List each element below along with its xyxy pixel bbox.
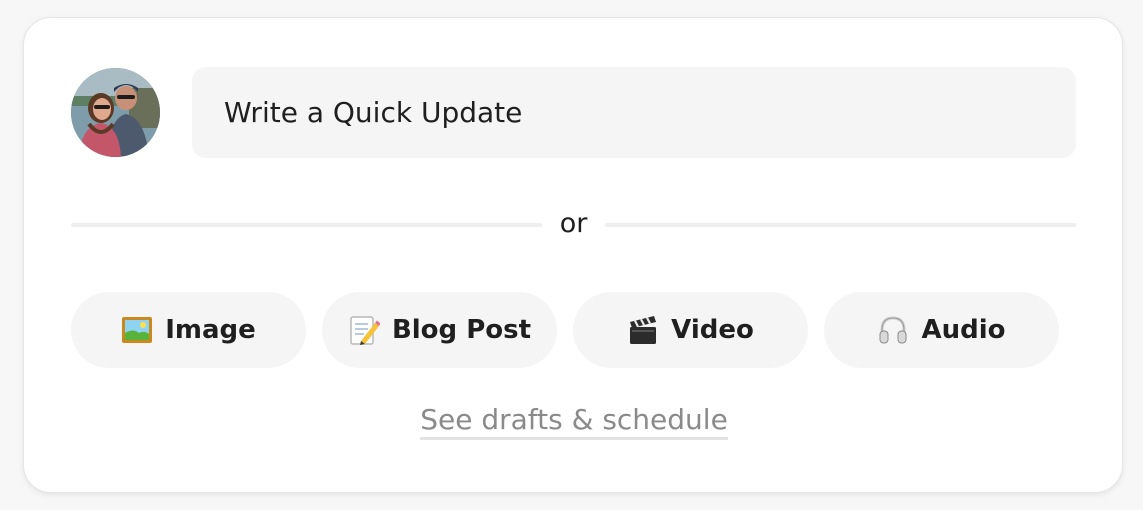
or-separator: or xyxy=(559,208,588,239)
framed-picture-icon xyxy=(121,314,153,346)
see-drafts-link[interactable]: See drafts & schedule xyxy=(420,403,728,440)
update-composer-card: Write a Quick Update or Image Blog Post … xyxy=(23,17,1123,493)
quick-update-input[interactable]: Write a Quick Update xyxy=(192,67,1076,158)
avatar-photo xyxy=(71,68,160,157)
image-button-label: Image xyxy=(165,315,256,345)
video-button-label: Video xyxy=(671,315,754,345)
clapper-board-icon xyxy=(627,314,659,346)
media-type-buttons: Image Blog Post Video Audio xyxy=(71,292,1061,369)
divider-right xyxy=(605,223,1076,227)
blog-post-button[interactable]: Blog Post xyxy=(322,292,557,368)
avatar[interactable] xyxy=(71,68,160,157)
divider-left xyxy=(71,223,542,227)
headphones-icon xyxy=(877,314,909,346)
video-button[interactable]: Video xyxy=(573,292,808,368)
audio-button-label: Audio xyxy=(921,315,1006,345)
image-button[interactable]: Image xyxy=(71,292,306,368)
memo-pencil-icon xyxy=(348,314,380,346)
audio-button[interactable]: Audio xyxy=(824,292,1059,368)
drafts-link-row: See drafts & schedule xyxy=(24,403,1124,440)
blog-post-button-label: Blog Post xyxy=(391,315,532,345)
